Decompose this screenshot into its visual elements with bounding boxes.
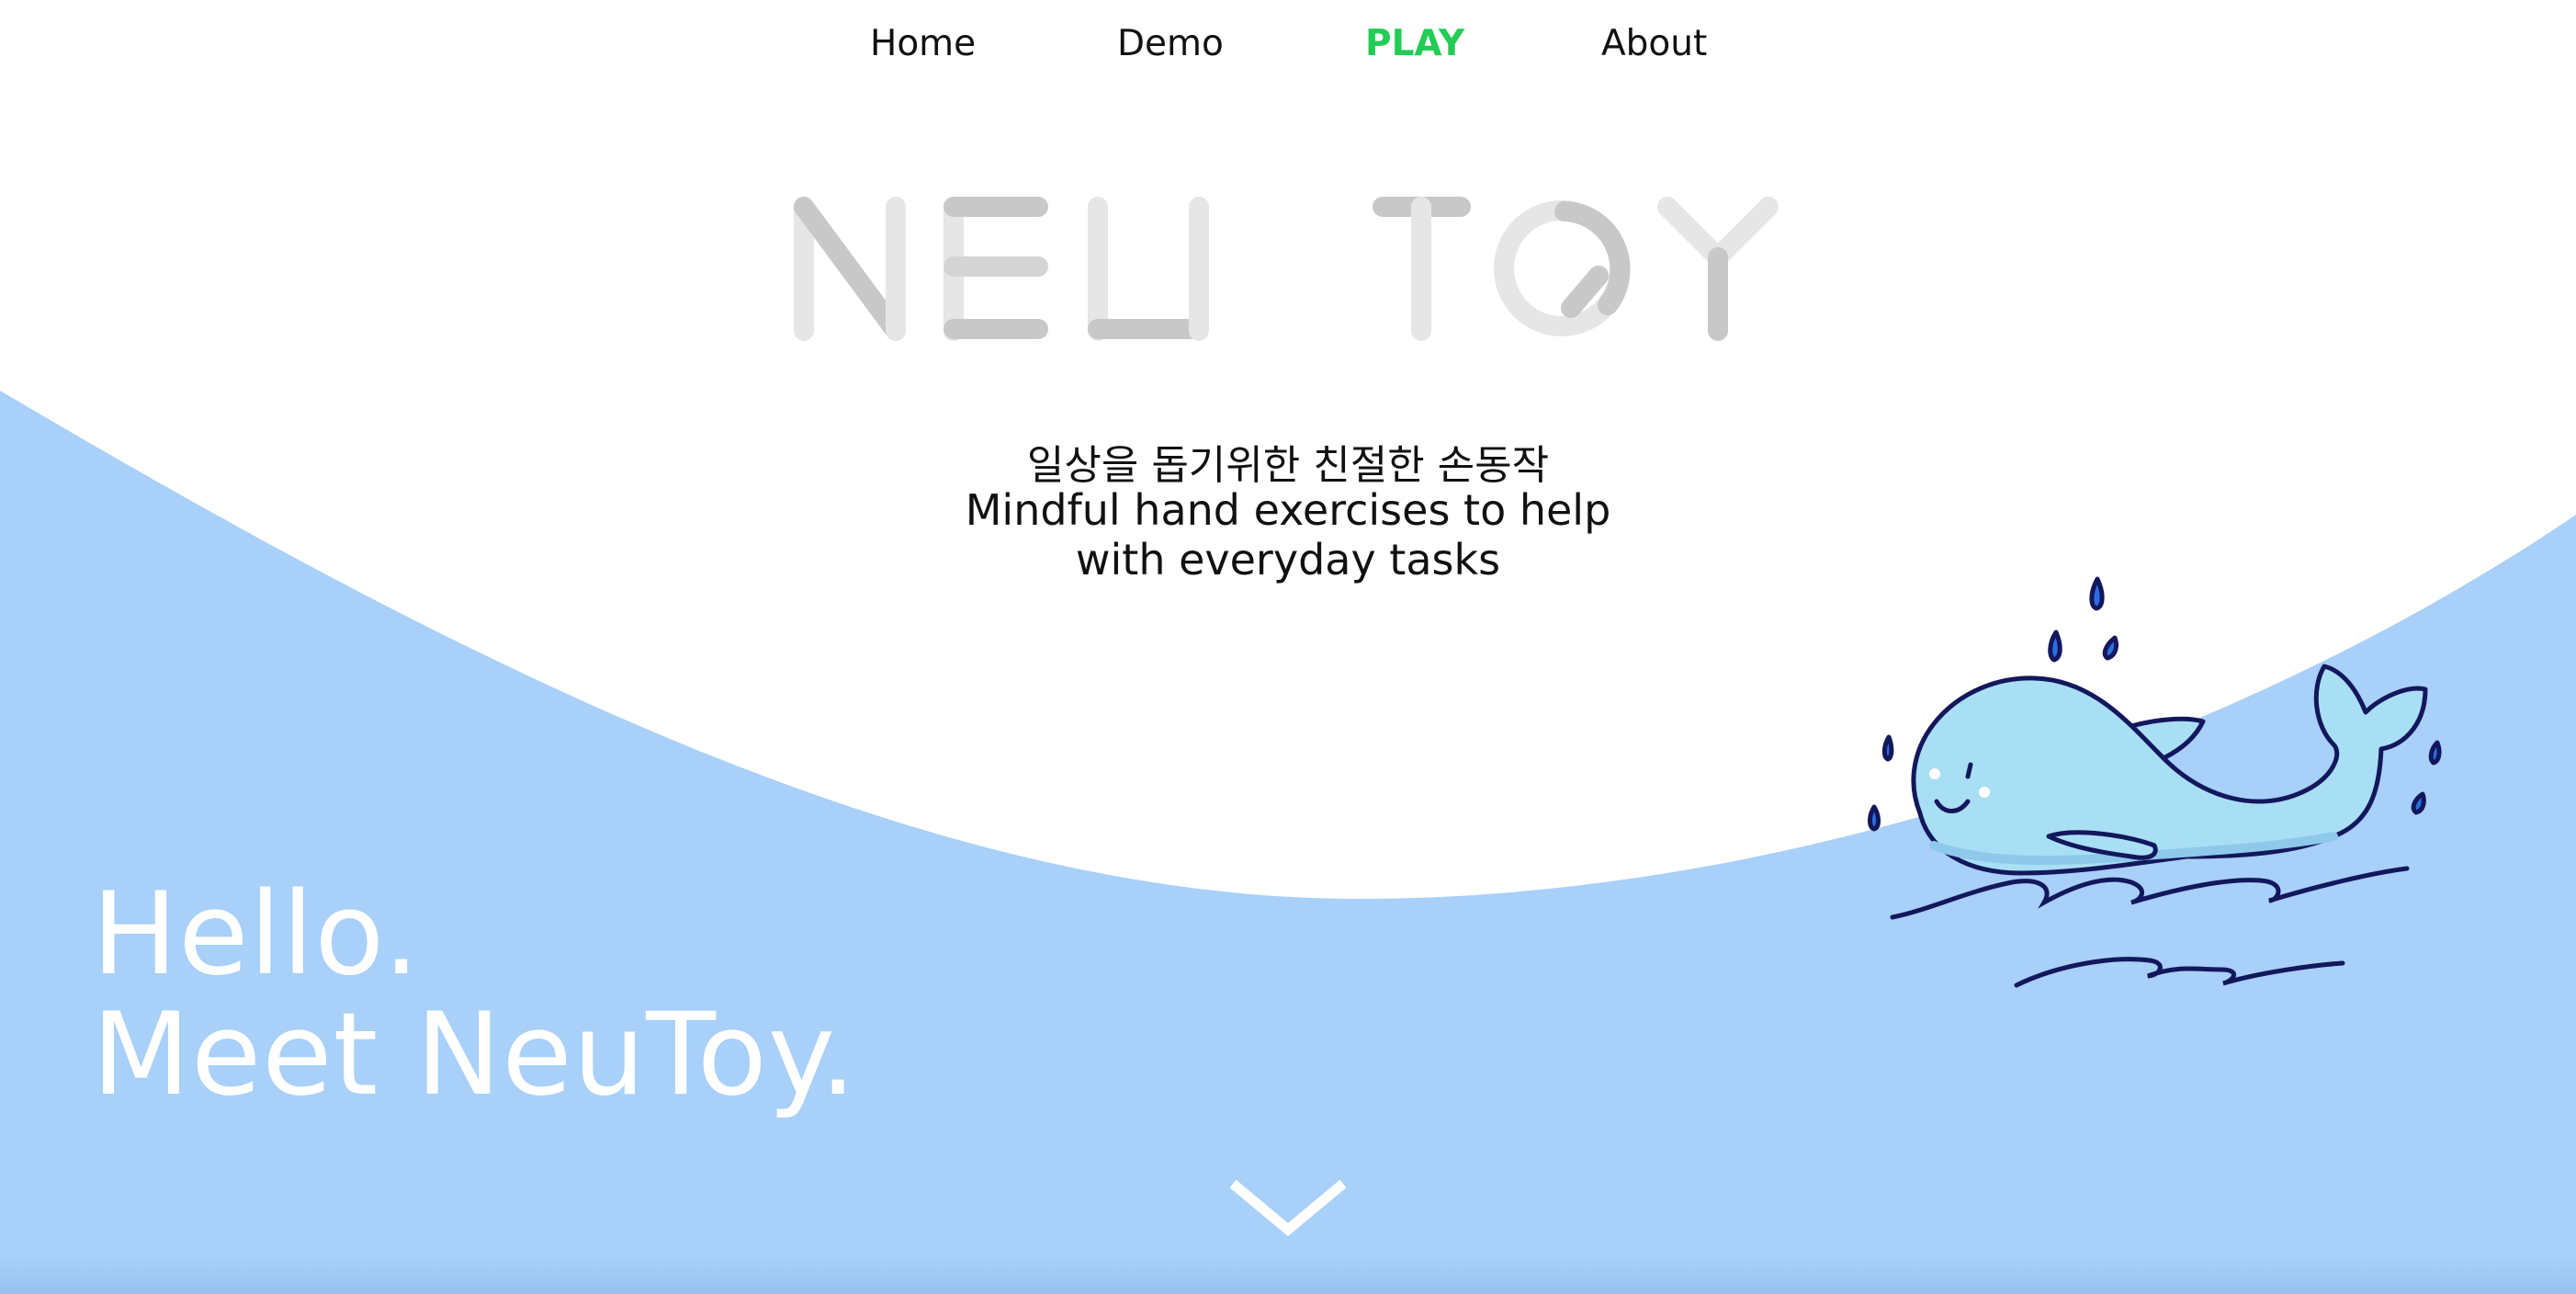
nav-about-link[interactable]: About xyxy=(1601,18,1707,70)
nav-demo-link[interactable]: Demo xyxy=(1117,18,1224,70)
landing-page: Home Demo PLAY About 일상을 돕기위한 친절한 손동작 Mi… xyxy=(0,0,2576,1294)
tagline-korean: 일상을 돕기위한 친절한 손동작 xyxy=(1026,442,1550,489)
nav-play-link[interactable]: PLAY xyxy=(1365,18,1464,70)
top-nav: Home Demo PLAY About xyxy=(0,18,2576,70)
nav-home-link[interactable]: Home xyxy=(870,18,976,70)
neutoy-logo xyxy=(794,197,1779,341)
hero-meet-heading: Meet NeuToy. xyxy=(92,989,857,1121)
whale-illustration xyxy=(1868,576,2442,988)
chevron-down-icon[interactable] xyxy=(1227,1176,1349,1241)
hero-hello-heading: Hello. xyxy=(92,868,421,1001)
tagline-english-line1: Mindful hand exercises to help xyxy=(965,485,1611,535)
bottom-shadow xyxy=(0,1257,2576,1294)
